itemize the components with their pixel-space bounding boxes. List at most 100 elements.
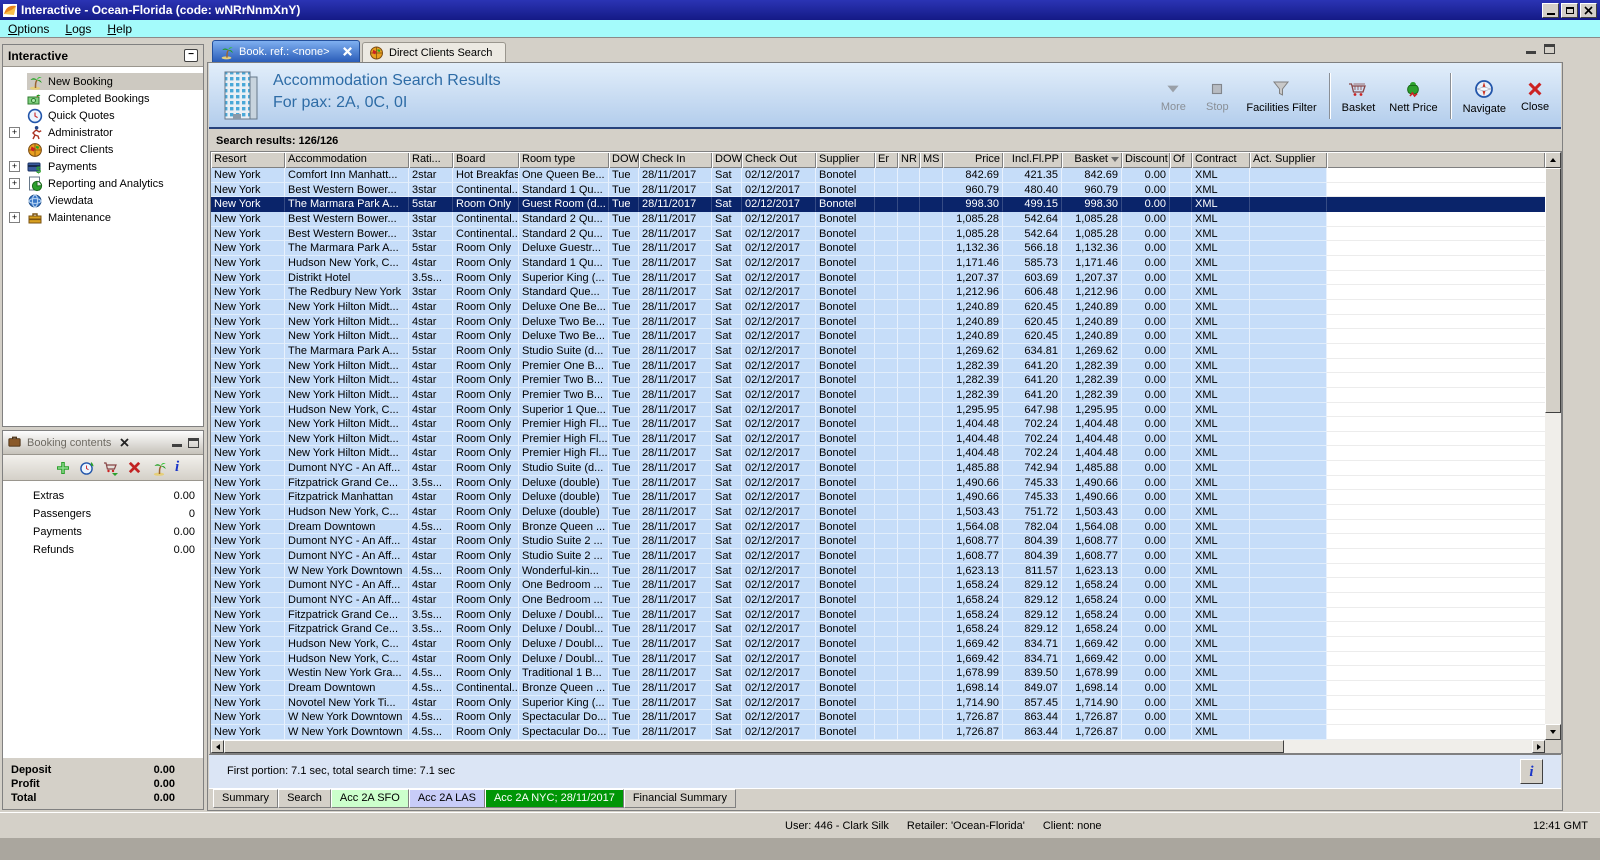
table-row[interactable]: New YorkThe Marmara Park A...5starRoom O… — [211, 241, 1545, 256]
table-row[interactable]: New YorkDumont NYC - An Aff...4starRoom … — [211, 593, 1545, 608]
minimize-button[interactable] — [1542, 3, 1559, 18]
sidebar-item-reporting-and-analytics[interactable]: +Reporting and Analytics — [3, 175, 203, 192]
sidebar-item-quick-quotes[interactable]: Quick Quotes — [3, 107, 203, 124]
table-row[interactable]: New YorkComfort Inn Manhatt...2starHot B… — [211, 168, 1545, 183]
column-header-check-out[interactable]: Check Out — [742, 152, 816, 168]
expand-toggle-icon[interactable]: + — [9, 212, 20, 223]
info-button[interactable]: i — [175, 460, 191, 476]
refresh-clock-button[interactable] — [79, 460, 95, 476]
navigate-button[interactable]: Navigate — [1456, 69, 1513, 123]
table-row[interactable]: New YorkW New York Downtown4.5s...Room O… — [211, 725, 1545, 740]
sidebar-item-administrator[interactable]: +Administrator — [3, 124, 203, 141]
sidebar-item-payments[interactable]: +$Payments — [3, 158, 203, 175]
column-header-room-type[interactable]: Room type — [519, 152, 609, 168]
menu-logs[interactable]: Logs — [65, 22, 91, 36]
bottom-tab-search[interactable]: Search — [278, 789, 331, 808]
facilities-filter-button[interactable]: Facilities Filter — [1239, 69, 1323, 123]
scroll-down-button[interactable] — [1545, 724, 1561, 740]
add-button[interactable] — [55, 460, 71, 476]
table-row[interactable]: New YorkHudson New York, C...4starRoom O… — [211, 505, 1545, 520]
column-header-nr[interactable]: NR — [898, 152, 920, 168]
sidebar-item-completed-bookings[interactable]: Completed Bookings — [3, 90, 203, 107]
column-header-resort[interactable]: Resort — [211, 152, 285, 168]
sidebar-item-new-booking[interactable]: New Booking — [3, 73, 203, 90]
table-row[interactable]: New YorkBest Western Bower...3starContin… — [211, 227, 1545, 242]
expand-toggle-icon[interactable]: + — [9, 178, 20, 189]
bottom-tab-financial-summary[interactable]: Financial Summary — [624, 789, 736, 808]
table-row[interactable]: New YorkNovotel New York Ti...4starRoom … — [211, 696, 1545, 711]
table-row[interactable]: New YorkFitzpatrick Grand Ce...3.5s...Ro… — [211, 608, 1545, 623]
column-header-check-in[interactable]: Check In — [639, 152, 712, 168]
sidebar-item-viewdata[interactable]: Viewdata — [3, 192, 203, 209]
booking-panel-maximize-icon[interactable] — [188, 438, 199, 448]
close-window-button[interactable] — [1580, 3, 1597, 18]
bottom-tab-acc-2a-nyc-28-11-2017[interactable]: Acc 2A NYC; 28/11/2017 — [485, 789, 624, 808]
table-row[interactable]: New YorkDumont NYC - An Aff...4starRoom … — [211, 578, 1545, 593]
table-row[interactable]: New YorkThe Redbury New York3starRoom On… — [211, 285, 1545, 300]
table-row[interactable]: New YorkNew York Hilton Midt...4starRoom… — [211, 373, 1545, 388]
table-row[interactable]: New YorkNew York Hilton Midt...4starRoom… — [211, 359, 1545, 374]
expand-toggle-icon[interactable]: + — [9, 127, 20, 138]
horizontal-scroll-thumb[interactable] — [224, 740, 1284, 753]
column-header-act-supplier[interactable]: Act. Supplier — [1250, 152, 1327, 168]
expand-toggle-icon[interactable]: + — [9, 161, 20, 172]
table-row[interactable]: New YorkNew York Hilton Midt...4starRoom… — [211, 300, 1545, 315]
scroll-left-button[interactable] — [211, 740, 224, 753]
table-row[interactable]: New YorkFitzpatrick Grand Ce...3.5s...Ro… — [211, 622, 1545, 637]
horizontal-scrollbar[interactable] — [211, 740, 1545, 753]
scroll-up-button[interactable] — [1545, 152, 1561, 168]
column-header-of[interactable]: Of — [1170, 152, 1192, 168]
bottom-tab-acc-2a-sfo[interactable]: Acc 2A SFO — [331, 789, 409, 808]
column-header-er[interactable]: Er — [875, 152, 898, 168]
sidebar-item-maintenance[interactable]: +Maintenance — [3, 209, 203, 226]
column-header-supplier[interactable]: Supplier — [816, 152, 875, 168]
table-row[interactable]: New YorkThe Marmara Park A...5starRoom O… — [211, 344, 1545, 359]
delete-x-button[interactable] — [127, 460, 143, 476]
table-row[interactable]: New YorkBest Western Bower...3starContin… — [211, 212, 1545, 227]
table-row[interactable]: New YorkNew York Hilton Midt...4starRoom… — [211, 446, 1545, 461]
column-header-incl-fl-pp[interactable]: Incl.Fl.PP — [1003, 152, 1062, 168]
table-row[interactable]: New YorkFitzpatrick Manhattan4starRoom O… — [211, 490, 1545, 505]
column-header-board[interactable]: Board — [453, 152, 519, 168]
column-header-accommodation[interactable]: Accommodation — [285, 152, 409, 168]
menu-options[interactable]: Options — [8, 22, 49, 36]
table-row[interactable]: New YorkW New York Downtown4.5s...Room O… — [211, 564, 1545, 579]
table-row[interactable]: New YorkWestin New York Gra...4.5s...Roo… — [211, 666, 1545, 681]
palm-tree-button[interactable] — [151, 460, 167, 476]
column-header-dow[interactable]: DOW — [609, 152, 639, 168]
table-row[interactable]: New YorkNew York Hilton Midt...4starRoom… — [211, 388, 1545, 403]
table-row[interactable]: New YorkBest Western Bower...3starContin… — [211, 183, 1545, 198]
table-row[interactable]: New YorkNew York Hilton Midt...4starRoom… — [211, 432, 1545, 447]
table-row[interactable]: New YorkFitzpatrick Grand Ce...3.5s...Ro… — [211, 476, 1545, 491]
table-row[interactable]: New YorkHudson New York, C...4starRoom O… — [211, 256, 1545, 271]
column-header-rati[interactable]: Rati... — [409, 152, 453, 168]
panel-maximize-icon[interactable] — [1544, 44, 1555, 54]
table-row[interactable]: New YorkNew York Hilton Midt...4starRoom… — [211, 315, 1545, 330]
vertical-scrollbar[interactable] — [1545, 152, 1561, 740]
booking-contents-tab[interactable]: Booking contents — [7, 434, 129, 452]
column-header-discount[interactable]: Discount — [1122, 152, 1170, 168]
info-button[interactable]: i — [1520, 759, 1543, 784]
doc-tab-direct-clients-search[interactable]: Direct Clients Search — [362, 42, 506, 62]
table-row[interactable]: New YorkHudson New York, C...4starRoom O… — [211, 637, 1545, 652]
basket-button[interactable]: Basket — [1335, 69, 1383, 123]
close-button[interactable]: Close — [1513, 69, 1557, 123]
sidebar-collapse-button[interactable]: − — [184, 49, 198, 62]
doc-tab-book-ref-none[interactable]: Book. ref.: <none> — [212, 40, 360, 62]
sidebar-item-direct-clients[interactable]: Direct Clients — [3, 141, 203, 158]
nett-price-button[interactable]: Nett Price — [1382, 69, 1444, 123]
vertical-scroll-thumb[interactable] — [1545, 168, 1561, 413]
menu-help[interactable]: Help — [107, 22, 132, 36]
column-header-ms[interactable]: MS — [920, 152, 943, 168]
table-row[interactable]: New YorkDumont NYC - An Aff...4starRoom … — [211, 549, 1545, 564]
table-row[interactable]: New YorkNew York Hilton Midt...4starRoom… — [211, 417, 1545, 432]
table-row[interactable]: New YorkDumont NYC - An Aff...4starRoom … — [211, 534, 1545, 549]
column-header-basket[interactable]: Basket — [1062, 152, 1122, 168]
bottom-tab-summary[interactable]: Summary — [213, 789, 278, 808]
table-row[interactable]: New YorkDream Downtown4.5s...Room OnlyBr… — [211, 520, 1545, 535]
table-row[interactable]: New YorkDream Downtown4.5s...Continental… — [211, 681, 1545, 696]
booking-contents-close-icon[interactable] — [120, 438, 129, 447]
table-row[interactable]: New YorkDumont NYC - An Aff...4starRoom … — [211, 461, 1545, 476]
table-row[interactable]: New YorkNew York Hilton Midt...4starRoom… — [211, 329, 1545, 344]
column-header-contract[interactable]: Contract — [1192, 152, 1250, 168]
